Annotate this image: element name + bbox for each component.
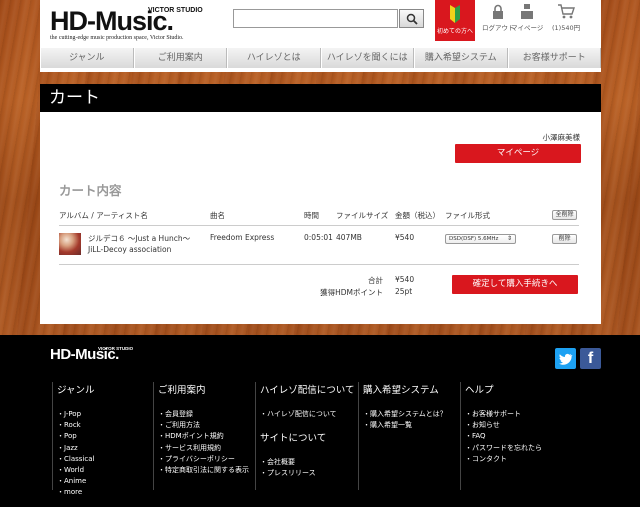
user-name: 小澤麻美様	[542, 133, 581, 142]
footer-link[interactable]: ・Rock	[57, 420, 95, 431]
footer-link[interactable]: ・HDMポイント規約	[158, 431, 249, 442]
footer-col-help: ヘルプ ・お客様サポート ・お知らせ ・FAQ ・パスワードを忘れたら ・コンタ…	[460, 382, 542, 490]
footer-link[interactable]: ・コンタクト	[465, 454, 542, 465]
search-input[interactable]	[233, 9, 398, 28]
track-title: Freedom Express	[210, 233, 275, 242]
lock-icon	[493, 4, 504, 19]
footer-col-hires: ハイレゾ配信について ・ハイレゾ配信について サイトについて ・会社概要 ・プレ…	[255, 382, 355, 490]
mypage-button[interactable]: マイページ	[455, 144, 581, 163]
delete-all-button[interactable]: 全削除	[552, 210, 577, 220]
twitter-button[interactable]	[555, 348, 576, 369]
footer-link[interactable]: ・プライバシーポリシー	[158, 454, 249, 465]
footer-heading: ヘルプ	[465, 385, 494, 396]
footer-link[interactable]: ・J-Pop	[57, 409, 95, 420]
footer-link[interactable]: ・サービス利用規約	[158, 443, 249, 454]
footer-link[interactable]: ・more	[57, 487, 95, 498]
logout-label: ログアウト	[482, 24, 515, 32]
track-price: ¥540	[395, 233, 415, 242]
beginner-guide-button[interactable]: 初めての方へ	[435, 0, 475, 41]
footer-link[interactable]: ・World	[57, 465, 95, 476]
track-time: 0:05:01	[304, 233, 333, 242]
cart-icon	[558, 4, 576, 19]
footer-heading: ご利用案内	[158, 385, 206, 396]
footer-link[interactable]: ・購入希望一覧	[363, 420, 447, 431]
search-button[interactable]	[399, 9, 424, 28]
footer-link[interactable]: ・会社概要	[260, 457, 355, 468]
cart-label: (1)540円	[552, 24, 581, 32]
track-filesize: 407MB	[336, 233, 362, 242]
site-footer: HD-Music. VICTOR STUDIO f ジャンル ・J-Pop ・R…	[0, 335, 640, 507]
footer-link[interactable]: ・Classical	[57, 454, 95, 465]
footer-link[interactable]: ・会員登録	[158, 409, 249, 420]
total-label: 合計	[368, 276, 383, 285]
search-icon	[406, 13, 418, 25]
mypage-header-label: マイページ	[511, 24, 544, 32]
checkout-button[interactable]: 確定して購入手続きへ	[452, 275, 578, 294]
cart-section-title: カート内容	[59, 183, 122, 198]
nav-how-to-listen[interactable]: ハイレゾを聞くには	[320, 48, 414, 68]
row-divider	[59, 264, 579, 265]
footer-link[interactable]: ・お知らせ	[465, 420, 542, 431]
beginner-guide-label: 初めての方へ	[436, 28, 473, 35]
footer-heading: 購入希望システム	[363, 385, 439, 396]
facebook-icon: f	[587, 350, 594, 367]
footer-link[interactable]: ・プレスリリース	[260, 468, 355, 479]
footer-link[interactable]: ・Jazz	[57, 443, 95, 454]
logout-button[interactable]: ログアウト	[482, 4, 515, 32]
col-filesize: ファイルサイズ	[336, 211, 389, 220]
col-track: 曲名	[210, 211, 225, 220]
user-icon	[521, 4, 534, 19]
footer-col-guide: ご利用案内 ・会員登録 ・ご利用方法 ・HDMポイント規約 ・サービス利用規約 …	[153, 382, 249, 490]
footer-link[interactable]: ・Pop	[57, 431, 95, 442]
col-price: 金額（税込）	[395, 211, 440, 220]
footer-col-request: 購入希望システム ・購入希望システムとは？ ・購入希望一覧	[358, 382, 447, 490]
format-select-value: DSD(DSF) 5.6MHz	[449, 236, 499, 242]
footer-heading: ハイレゾ配信について	[260, 385, 355, 396]
footer-link[interactable]: ・ハイレゾ配信について	[260, 409, 355, 420]
twitter-icon	[558, 353, 572, 365]
footer-link[interactable]: ・購入希望システムとは？	[363, 409, 447, 420]
footer-logo-studio: VICTOR STUDIO	[98, 346, 134, 351]
footer-link[interactable]: ・お客様サポート	[465, 409, 542, 420]
footer-link[interactable]: ・Anime	[57, 476, 95, 487]
nav-support[interactable]: お客様サポート	[507, 48, 601, 68]
footer-link[interactable]: ・特定商取引法に関する表示	[158, 465, 249, 476]
site-tagline: the cutting-edge music production space,…	[50, 35, 184, 41]
cart-button[interactable]: (1)540円	[552, 4, 580, 32]
footer-col-genre: ジャンル ・J-Pop ・Rock ・Pop ・Jazz ・Classical …	[52, 382, 95, 496]
beginner-mark-icon	[450, 5, 460, 23]
col-time: 時間	[304, 211, 319, 220]
footer-link[interactable]: ・FAQ	[465, 431, 542, 442]
album-thumbnail[interactable]	[59, 233, 81, 255]
artist-name[interactable]: JiLL-Decoy association	[88, 245, 171, 254]
footer-link[interactable]: ・ご利用方法	[158, 420, 249, 431]
nav-request-system[interactable]: 購入希望システム	[414, 48, 508, 68]
chevron-updown-icon: ⇕	[506, 235, 512, 242]
facebook-button[interactable]: f	[580, 348, 601, 369]
footer-heading-site: サイトについて	[260, 433, 327, 445]
main-nav: ジャンル ご利用案内 ハイレゾとは ハイレゾを聞くには 購入希望システム お客様…	[40, 48, 601, 68]
nav-genre[interactable]: ジャンル	[40, 48, 134, 68]
album-title[interactable]: ジルデコ６ 〜Just a Hunch〜	[88, 233, 190, 244]
total-value: ¥540	[395, 275, 415, 284]
cart-panel: 小澤麻美様 マイページ カート内容 アルバム / アーティスト名 曲名 時間 フ…	[40, 112, 601, 324]
footer-link[interactable]: ・パスワードを忘れたら	[465, 443, 542, 454]
nav-about-hires[interactable]: ハイレゾとは	[227, 48, 321, 68]
mypage-header-button[interactable]: マイページ	[511, 4, 543, 32]
page-title: カート	[40, 84, 601, 112]
col-format: ファイル形式	[445, 211, 490, 220]
col-album-artist: アルバム / アーティスト名	[59, 211, 148, 220]
format-select[interactable]: DSD(DSF) 5.6MHz ⇕	[445, 234, 516, 244]
footer-heading: ジャンル	[57, 385, 95, 396]
logo-studio-text: VICTOR STUDIO	[148, 7, 203, 14]
points-value: 25pt	[395, 287, 413, 296]
header-divider	[59, 225, 579, 226]
delete-item-button[interactable]: 削除	[552, 234, 577, 244]
nav-guide[interactable]: ご利用案内	[133, 48, 227, 68]
points-label: 獲得HDMポイント	[320, 288, 383, 297]
